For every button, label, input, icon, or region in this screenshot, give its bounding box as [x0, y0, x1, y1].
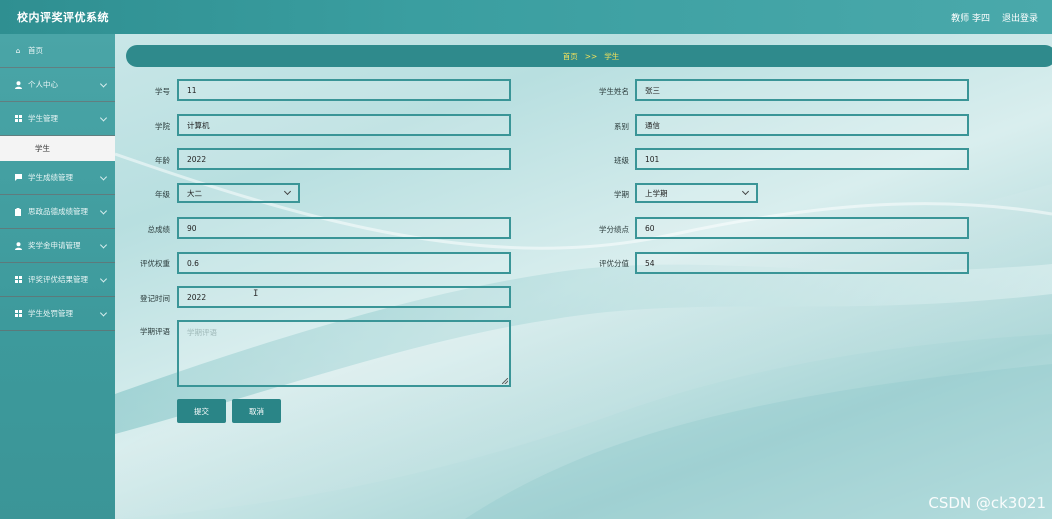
- college-input[interactable]: 计算机: [177, 114, 511, 136]
- resize-grip-icon[interactable]: [502, 378, 508, 384]
- score-value-label: 评优分值: [599, 259, 629, 268]
- sidebar-item-score-management[interactable]: 学生成绩管理: [0, 161, 115, 195]
- student-id-label: 学号: [155, 87, 170, 96]
- student-name-input[interactable]: 张三: [635, 79, 969, 101]
- grid-icon: [14, 115, 22, 123]
- total-score-input[interactable]: 90: [177, 217, 511, 239]
- register-time-input[interactable]: 2022: [177, 286, 511, 308]
- class-input[interactable]: 101: [635, 148, 969, 170]
- sidebar-item-home[interactable]: ⌂ 首页: [0, 34, 115, 68]
- semester-label: 学期: [614, 190, 629, 199]
- sidebar-item-moral-score-management[interactable]: 思政品德成绩管理: [0, 195, 115, 229]
- semester-select[interactable]: 上学期: [635, 183, 758, 203]
- comment-icon: [14, 174, 22, 182]
- sidebar-item-label: 首页: [28, 46, 43, 55]
- sidebar: ⌂ 首页 个人中心 学生管理 学生 学生成绩管理 思政品德成绩管理 奖学金申请管…: [0, 34, 115, 519]
- grade-select-value: 大二: [187, 188, 202, 198]
- college-label: 学院: [155, 122, 170, 131]
- submit-button[interactable]: 提交: [177, 399, 226, 423]
- chevron-down-icon: [99, 308, 108, 317]
- sidebar-item-student-management[interactable]: 学生管理: [0, 102, 115, 136]
- sidebar-item-label: 个人中心: [28, 80, 58, 89]
- register-time-label: 登记时间: [140, 294, 170, 303]
- sidebar-item-label: 评奖评优结果管理: [28, 275, 88, 284]
- grid-icon: [14, 310, 22, 318]
- chevron-down-icon: [99, 172, 108, 181]
- sidebar-item-label: 学生成绩管理: [28, 173, 73, 182]
- text-cursor-icon: I: [253, 289, 259, 299]
- breadcrumb: 首页 >> 学生: [126, 45, 1052, 67]
- semester-select-value: 上学期: [645, 188, 668, 198]
- sidebar-item-label: 学生管理: [28, 114, 58, 123]
- home-icon: ⌂: [15, 46, 21, 55]
- logout-link[interactable]: 退出登录: [1002, 11, 1038, 24]
- grade-label: 年级: [155, 190, 170, 199]
- sidebar-subitem-student[interactable]: 学生: [0, 136, 115, 161]
- app-title: 校内评奖评优系统: [17, 11, 109, 24]
- department-input[interactable]: 通信: [635, 114, 969, 136]
- chevron-down-icon: [99, 240, 108, 249]
- header-user-area: 教师 李四 退出登录: [951, 11, 1038, 24]
- breadcrumb-home[interactable]: 首页: [563, 51, 578, 62]
- age-input[interactable]: 2022: [177, 148, 511, 170]
- age-label: 年龄: [155, 156, 170, 165]
- user-icon: [14, 241, 22, 250]
- watermark: CSDN @ck3021: [928, 494, 1046, 512]
- sidebar-item-punishment-management[interactable]: 学生处罚管理: [0, 297, 115, 331]
- breadcrumb-separator: >>: [584, 51, 598, 61]
- comment-label: 学期评语: [140, 327, 170, 336]
- total-score-label: 总成绩: [147, 225, 171, 234]
- user-icon: [14, 80, 22, 89]
- weight-input[interactable]: 0.6: [177, 252, 511, 274]
- chevron-down-icon: [99, 113, 108, 122]
- chevron-down-icon: [99, 79, 108, 88]
- weight-label: 评优权重: [140, 259, 170, 268]
- sidebar-item-award-result-management[interactable]: 评奖评优结果管理: [0, 263, 115, 297]
- sidebar-item-label: 思政品德成绩管理: [28, 207, 88, 216]
- student-id-input[interactable]: 11: [177, 79, 511, 101]
- gpa-label: 学分绩点: [599, 225, 629, 234]
- department-label: 系别: [614, 122, 629, 131]
- chevron-down-icon: [99, 206, 108, 215]
- gpa-input[interactable]: 60: [635, 217, 969, 239]
- user-role-label: 教师 李四: [951, 13, 990, 24]
- class-label: 班级: [614, 156, 629, 165]
- sidebar-item-label: 学生处罚管理: [28, 309, 73, 318]
- sidebar-item-scholarship-management[interactable]: 奖学金申请管理: [0, 229, 115, 263]
- top-header: 校内评奖评优系统 教师 李四 退出登录: [0, 0, 1052, 34]
- chevron-down-icon: [283, 187, 292, 195]
- chevron-down-icon: [741, 187, 750, 195]
- grade-select[interactable]: 大二: [177, 183, 300, 203]
- background-swoosh: [115, 34, 1052, 519]
- comment-placeholder: 学期评语: [187, 328, 217, 337]
- student-name-label: 学生姓名: [599, 87, 629, 96]
- chevron-down-icon: [99, 274, 108, 283]
- cancel-button[interactable]: 取消: [232, 399, 281, 423]
- grid-icon: [14, 276, 22, 284]
- comment-textarea[interactable]: 学期评语: [177, 320, 511, 387]
- breadcrumb-current: 学生: [604, 51, 620, 61]
- score-value-input[interactable]: 54: [635, 252, 969, 274]
- clipboard-icon: [14, 207, 22, 216]
- sidebar-item-label: 奖学金申请管理: [28, 241, 81, 250]
- sidebar-item-personal-center[interactable]: 个人中心: [0, 68, 115, 102]
